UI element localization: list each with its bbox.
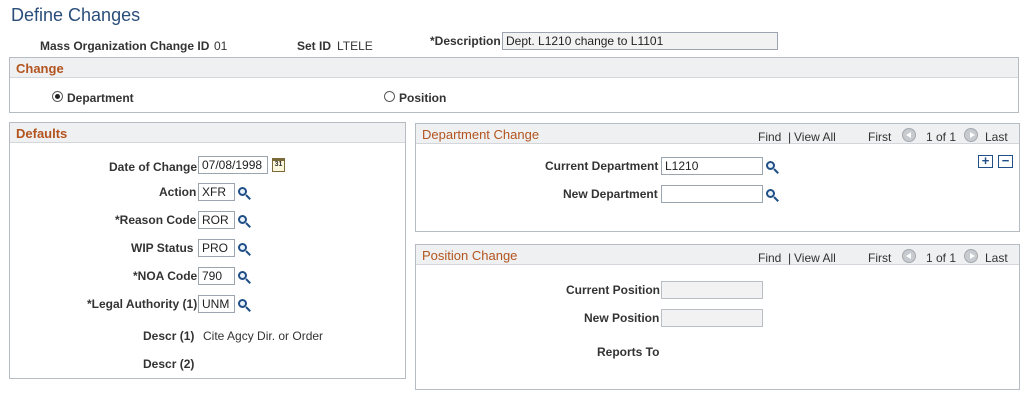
dept-prev-icon[interactable] [902, 128, 916, 142]
noa-code-label: *NOA Code [133, 269, 198, 283]
reason-code-field[interactable]: ROR [198, 211, 235, 229]
descr1-value: Cite Agcy Dir. or Order [203, 329, 324, 343]
action-field[interactable]: XFR [198, 183, 235, 201]
pos-count: 1 of 1 [926, 251, 957, 265]
descr2-label: Descr (2) [143, 357, 195, 371]
noa-code-lookup-icon[interactable] [237, 270, 251, 284]
setid-value: LTELE [337, 39, 373, 53]
setid-label: Set ID [297, 39, 332, 53]
department-radio[interactable] [52, 91, 63, 102]
legal-authority-field[interactable]: UNM [198, 295, 235, 313]
date-of-change-field[interactable]: 07/08/1998 [198, 156, 268, 174]
defaults-group-header: Defaults [10, 123, 405, 143]
pos-view-all-link[interactable]: View All [794, 251, 836, 265]
defaults-group-title: Defaults [16, 126, 68, 141]
action-label: Action [159, 185, 197, 199]
pos-prev-icon[interactable] [902, 249, 916, 263]
calendar-icon[interactable]: 31 [272, 158, 285, 172]
legal-authority-lookup-icon[interactable] [237, 298, 251, 312]
position-change-header: Position Change Find | View All First 1 … [416, 245, 1019, 265]
pos-first-label: First [868, 251, 892, 265]
dept-count: 1 of 1 [926, 130, 957, 144]
pos-nav-separator: | [788, 251, 792, 265]
date-of-change-label: Date of Change [109, 160, 198, 174]
action-lookup-icon[interactable] [237, 186, 251, 200]
department-change-group: Department Change Find | View All First … [415, 123, 1020, 232]
description-field[interactable]: Dept. L1210 change to L1101 [502, 32, 778, 50]
pos-next-icon[interactable] [964, 249, 978, 263]
change-group-header: Change [10, 58, 1018, 78]
current-position-label: Current Position [566, 283, 661, 297]
page-title: Define Changes [11, 5, 141, 25]
wip-status-label: WIP Status [131, 241, 194, 255]
dept-first-label: First [868, 130, 892, 144]
new-department-lookup-icon[interactable] [765, 188, 779, 202]
reason-code-label: *Reason Code [115, 213, 197, 227]
current-department-label: Current Department [545, 159, 659, 173]
department-change-header: Department Change Find | View All First … [416, 124, 1019, 144]
pos-find-link[interactable]: Find [758, 251, 781, 265]
dept-last-label: Last [985, 130, 1008, 144]
change-group-title: Change [16, 61, 64, 76]
current-department-lookup-icon[interactable] [765, 160, 779, 174]
descr1-label: Descr (1) [143, 329, 195, 343]
department-change-title: Department Change [422, 127, 540, 142]
new-department-field[interactable] [661, 185, 763, 203]
add-row-icon[interactable]: + [978, 154, 993, 168]
current-position-field [661, 281, 763, 299]
wip-status-lookup-icon[interactable] [237, 242, 251, 256]
change-group: Change Department Position [9, 57, 1019, 113]
position-change-title: Position Change [422, 248, 518, 263]
department-radio-label[interactable]: Department [67, 91, 134, 105]
legal-authority-label: *Legal Authority (1) [87, 297, 198, 311]
mass-org-change-id-label: Mass Organization Change ID [40, 39, 210, 53]
mass-org-change-id-value: 01 [214, 39, 228, 53]
noa-code-field[interactable]: 790 [198, 267, 235, 285]
position-radio[interactable] [384, 91, 395, 102]
dept-find-link[interactable]: Find [758, 130, 781, 144]
new-position-field [661, 309, 763, 327]
position-radio-label[interactable]: Position [399, 91, 446, 105]
remove-row-icon[interactable]: − [998, 154, 1013, 168]
dept-view-all-link[interactable]: View All [794, 130, 836, 144]
current-department-field[interactable]: L1210 [661, 157, 763, 175]
pos-last-label: Last [985, 251, 1008, 265]
dept-nav-separator: | [788, 130, 792, 144]
reason-code-lookup-icon[interactable] [237, 214, 251, 228]
wip-status-field[interactable]: PRO [198, 239, 235, 257]
dept-next-icon[interactable] [964, 128, 978, 142]
new-position-label: New Position [584, 311, 660, 325]
new-department-label: New Department [563, 187, 658, 201]
description-label: *Description [430, 34, 501, 48]
reports-to-label: Reports To [597, 345, 660, 359]
